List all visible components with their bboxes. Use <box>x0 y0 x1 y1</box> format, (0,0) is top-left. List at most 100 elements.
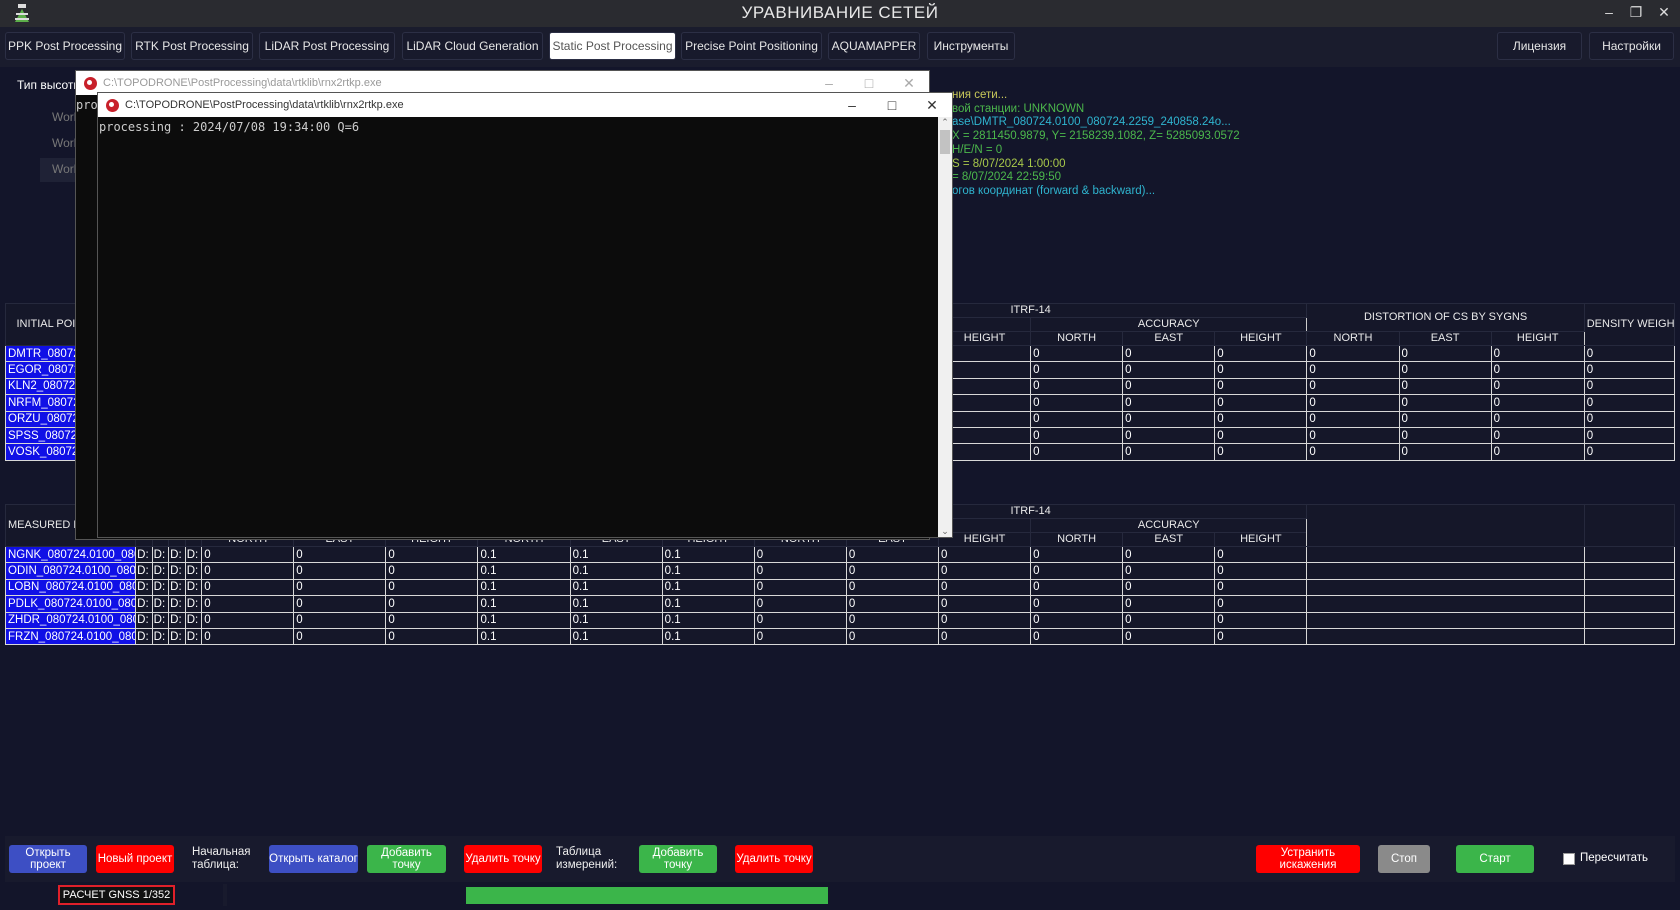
point-name-cell[interactable]: NGNK_080724.0100_080724 <box>4 545 137 564</box>
distortion-cell[interactable]: 0 <box>1306 344 1400 363</box>
density-cell[interactable]: 0 <box>1583 377 1676 396</box>
distortion-cell[interactable]: 0 <box>1306 361 1400 379</box>
value-cell[interactable]: 0 <box>845 562 939 580</box>
tab-ppp[interactable]: Precise Point Positioning <box>681 32 822 60</box>
value-cell[interactable]: 0.1 <box>477 545 571 564</box>
value-cell[interactable]: 0 <box>845 595 939 613</box>
maximize-icon[interactable]: □ <box>872 93 912 117</box>
value-cell[interactable]: 0 <box>1030 394 1124 412</box>
license-button[interactable]: Лицензия <box>1497 32 1582 60</box>
flag-cell[interactable]: D: <box>135 562 153 580</box>
start-button[interactable]: Старт <box>1456 845 1534 873</box>
table-row[interactable]: ODIN_080724.0100_080724D:D:D:D:0000.10.1… <box>4 562 1676 580</box>
value-cell[interactable]: 0 <box>1030 426 1124 445</box>
density-cell[interactable]: 0 <box>1583 394 1676 412</box>
value-cell[interactable]: 0 <box>201 627 295 646</box>
console-title-bar[interactable]: C:\TOPODRONE\PostProcessing\data\rtklib\… <box>98 93 952 117</box>
new-project-button[interactable]: Новый проект <box>96 845 174 873</box>
density-cell[interactable]: 0 <box>1583 361 1676 379</box>
value-cell[interactable]: 0 <box>1030 410 1124 428</box>
point-name-cell[interactable]: ODIN_080724.0100_080724 <box>4 562 137 580</box>
flag-cell[interactable]: D: <box>135 627 153 646</box>
value-cell[interactable]: 0.1 <box>477 562 571 580</box>
value-cell[interactable]: 0 <box>1030 595 1124 613</box>
value-cell[interactable]: 0 <box>1030 611 1124 629</box>
value-cell[interactable]: 0.1 <box>477 627 571 646</box>
density-cell[interactable]: 0 <box>1583 426 1676 445</box>
value-cell[interactable]: 0 <box>1122 344 1216 363</box>
add-initial-point-button[interactable]: Добавить точку <box>367 845 446 873</box>
close-icon[interactable]: ✕ <box>1654 4 1674 21</box>
value-cell[interactable]: 0.1 <box>477 611 571 629</box>
value-cell[interactable]: 0 <box>1214 562 1308 580</box>
flag-cell[interactable]: D: <box>168 562 186 580</box>
value-cell[interactable]: 0 <box>1122 443 1216 461</box>
value-cell[interactable]: 0 <box>201 562 295 580</box>
value-cell[interactable]: 0 <box>1122 377 1216 396</box>
tab-tools[interactable]: Инструменты <box>927 32 1015 60</box>
tab-static[interactable]: Static Post Processing <box>549 32 676 60</box>
value-cell[interactable]: 0.1 <box>569 578 663 597</box>
value-cell[interactable]: 0 <box>753 562 847 580</box>
value-cell[interactable]: 0 <box>1122 410 1216 428</box>
value-cell[interactable]: 0 <box>385 627 479 646</box>
flag-cell[interactable]: D: <box>168 611 186 629</box>
flag-cell[interactable]: D: <box>184 611 203 629</box>
value-cell[interactable]: 0 <box>1030 545 1124 564</box>
table-row[interactable]: FRZN_080724.0100_080724D:D:D:D:0000.10.1… <box>4 627 1676 646</box>
value-cell[interactable]: 0.1 <box>661 562 755 580</box>
value-cell[interactable]: 0 <box>293 595 387 613</box>
value-cell[interactable]: 0 <box>385 611 479 629</box>
point-name-cell[interactable]: PDLK_080724.0100_080724 <box>4 595 137 613</box>
distortion-cell[interactable]: 0 <box>1490 394 1585 412</box>
value-cell[interactable]: 0 <box>1214 545 1308 564</box>
distortion-cell[interactable]: 0 <box>1398 377 1492 396</box>
minimize-icon[interactable]: – <box>1599 4 1619 20</box>
flag-cell[interactable]: D: <box>135 545 153 564</box>
value-cell[interactable]: 0 <box>1214 361 1308 379</box>
value-cell[interactable]: 0 <box>1030 562 1124 580</box>
value-cell[interactable]: 0.1 <box>661 611 755 629</box>
value-cell[interactable]: 0 <box>1214 611 1308 629</box>
value-cell[interactable]: 0.1 <box>661 545 755 564</box>
value-cell[interactable]: 0 <box>1030 627 1124 646</box>
flag-cell[interactable]: D: <box>135 595 153 613</box>
flag-cell[interactable]: D: <box>135 611 153 629</box>
value-cell[interactable]: 0 <box>1122 611 1216 629</box>
distortion-cell[interactable]: 0 <box>1398 426 1492 445</box>
value-cell[interactable]: 0.1 <box>569 545 663 564</box>
value-cell[interactable]: 0 <box>1214 410 1308 428</box>
value-cell[interactable]: 0 <box>1122 627 1216 646</box>
settings-button[interactable]: Настройки <box>1589 32 1674 60</box>
value-cell[interactable]: 0 <box>845 578 939 597</box>
value-cell[interactable]: 0 <box>937 578 1032 597</box>
restore-icon[interactable]: ❐ <box>1626 4 1646 21</box>
value-cell[interactable]: 0 <box>1122 426 1216 445</box>
tab-rtk[interactable]: RTK Post Processing <box>131 32 253 60</box>
value-cell[interactable]: 0.1 <box>569 627 663 646</box>
scroll-up-icon[interactable]: ⌃ <box>938 117 952 128</box>
value-cell[interactable]: 0 <box>753 578 847 597</box>
flag-cell[interactable]: D: <box>184 627 203 646</box>
distortion-cell[interactable]: 0 <box>1398 410 1492 428</box>
value-cell[interactable]: 0.1 <box>569 595 663 613</box>
value-cell[interactable]: 0 <box>1214 443 1308 461</box>
value-cell[interactable]: 0 <box>1214 394 1308 412</box>
value-cell[interactable]: 0 <box>201 578 295 597</box>
distortion-cell[interactable]: 0 <box>1306 426 1400 445</box>
value-cell[interactable]: 0.1 <box>569 611 663 629</box>
density-cell[interactable]: 0 <box>1583 344 1676 363</box>
value-cell[interactable]: 0 <box>1030 377 1124 396</box>
value-cell[interactable]: 0 <box>385 595 479 613</box>
distortion-cell[interactable]: 0 <box>1306 377 1400 396</box>
value-cell[interactable]: 0 <box>937 562 1032 580</box>
value-cell[interactable]: 0 <box>1214 426 1308 445</box>
flag-cell[interactable]: D: <box>168 545 186 564</box>
value-cell[interactable]: 0 <box>1122 578 1216 597</box>
tab-lidar-post[interactable]: LiDAR Post Processing <box>259 32 395 60</box>
table-row[interactable]: LOBN_080724.0100_080724D:D:D:D:0000.10.1… <box>4 578 1676 597</box>
flag-cell[interactable]: D: <box>168 578 186 597</box>
value-cell[interactable]: 0 <box>1122 595 1216 613</box>
table-row[interactable]: NGNK_080724.0100_080724D:D:D:D:0000.10.1… <box>4 545 1676 564</box>
value-cell[interactable]: 0 <box>753 595 847 613</box>
